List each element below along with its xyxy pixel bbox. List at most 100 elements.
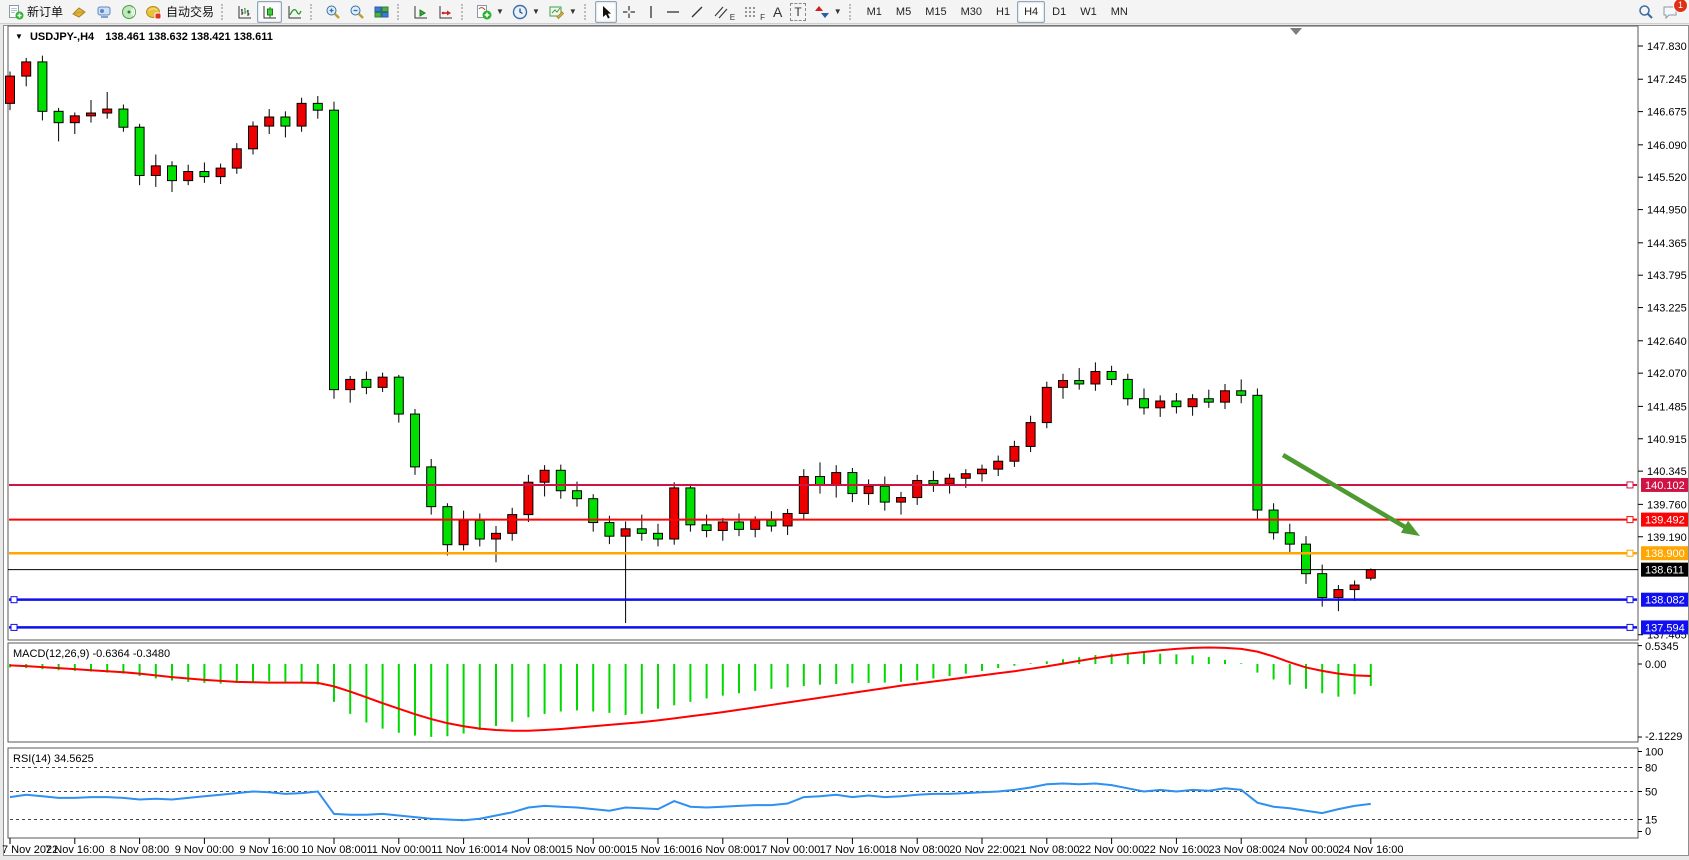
- macd-panel: [8, 643, 1638, 742]
- time-axis-label: 21 Nov 08:00: [1014, 844, 1079, 856]
- candle-body: [87, 113, 96, 116]
- candle-body: [1042, 387, 1051, 422]
- time-axis-label: 17 Nov 00:00: [755, 844, 820, 856]
- candle-body: [281, 117, 290, 126]
- candle-body: [135, 127, 144, 175]
- mt4-application-window: 新订单: [0, 0, 1689, 860]
- candle-body: [232, 149, 241, 168]
- candle-body: [540, 470, 549, 482]
- candle-body: [38, 62, 47, 111]
- candle-body: [184, 172, 193, 181]
- candle-body: [1269, 510, 1278, 533]
- candle-body: [508, 515, 517, 534]
- time-axis-label: 22 Nov 16:00: [1144, 844, 1209, 856]
- candle-body: [6, 76, 15, 103]
- chart-ohlc-values: 138.461 138.632 138.421 138.611: [105, 31, 273, 43]
- candle-body: [718, 522, 727, 531]
- time-axis-label: 15 Nov 00:00: [560, 844, 625, 856]
- time-axis-label: 22 Nov 00:00: [1079, 844, 1144, 856]
- candle-body: [832, 473, 841, 485]
- candle-body: [216, 168, 225, 177]
- rsi-panel: [8, 748, 1638, 838]
- candle-body: [654, 533, 663, 539]
- time-axis-label: 8 Nov 08:00: [110, 844, 169, 856]
- time-axis-label: 24 Nov 16:00: [1338, 844, 1403, 856]
- candle-body: [1204, 399, 1213, 402]
- line-handle: [11, 624, 17, 630]
- price-axis-label: 141.485: [1647, 401, 1687, 413]
- line-handle: [1627, 517, 1633, 523]
- candle-body: [897, 498, 906, 503]
- main-price-panel: [8, 26, 1638, 640]
- price-chart-canvas[interactable]: 147.830147.245146.675146.090145.520144.9…: [0, 0, 1689, 860]
- rsi-axis-label: 100: [1645, 747, 1663, 759]
- candle-body: [751, 520, 760, 529]
- candle-body: [378, 377, 387, 387]
- candle-body: [961, 474, 970, 479]
- time-axis-label: 20 Nov 22:00: [949, 844, 1014, 856]
- time-axis-label: 23 Nov 08:00: [1208, 844, 1273, 856]
- price-tag-label: 138.611: [1645, 565, 1684, 577]
- candle-body: [475, 520, 484, 539]
- candle-body: [913, 481, 922, 498]
- candle-body: [362, 379, 371, 387]
- candle-body: [799, 477, 808, 514]
- price-tag-label: 140.102: [1645, 480, 1685, 492]
- candle-body: [1075, 381, 1084, 384]
- candle-body: [265, 117, 274, 126]
- line-handle: [11, 597, 17, 603]
- time-axis-label: 14 Nov 08:00: [496, 844, 561, 856]
- rsi-axis-label: 0: [1645, 826, 1651, 838]
- price-axis-label: 147.830: [1647, 41, 1687, 53]
- time-axis-label: 17 Nov 16:00: [820, 844, 885, 856]
- price-axis-label: 139.190: [1647, 532, 1687, 544]
- line-handle: [1627, 550, 1633, 556]
- candle-body: [880, 486, 889, 502]
- candle-body: [1366, 570, 1375, 579]
- price-axis-label: 146.090: [1647, 140, 1687, 152]
- candle-body: [945, 478, 954, 484]
- candle-body: [459, 520, 468, 544]
- price-axis-label: 143.225: [1647, 303, 1687, 315]
- chart-menu-triangle-icon[interactable]: ▼: [15, 32, 23, 41]
- candle-body: [1221, 391, 1230, 402]
- price-axis-label: 147.245: [1647, 74, 1687, 86]
- price-axis-label: 142.640: [1647, 336, 1687, 348]
- candle-body: [313, 103, 322, 110]
- candle-body: [1091, 371, 1100, 383]
- candle-body: [848, 473, 857, 494]
- candle-body: [556, 470, 565, 490]
- candle-body: [1237, 391, 1246, 396]
- line-handle: [1627, 597, 1633, 603]
- candle-body: [168, 166, 177, 181]
- candle-body: [443, 507, 452, 545]
- time-axis-label: 11 Nov 00:00: [366, 844, 431, 856]
- candle-body: [346, 379, 355, 389]
- candle-body: [978, 469, 987, 474]
- candle-body: [22, 62, 31, 76]
- chart-symbol-period: USDJPY-,H4: [30, 31, 94, 43]
- candle-body: [1253, 395, 1262, 510]
- candle-body: [70, 116, 79, 123]
- candle-body: [637, 529, 646, 534]
- price-axis-label: 142.070: [1647, 368, 1687, 380]
- rsi-axis-label: 50: [1645, 787, 1657, 799]
- rsi-axis-label: 15: [1645, 815, 1657, 827]
- price-axis-label: 140.345: [1647, 466, 1687, 478]
- time-axis-label: 11 Nov 16:00: [431, 844, 496, 856]
- candle-body: [330, 110, 339, 389]
- time-axis-label: 18 Nov 08:00: [884, 844, 949, 856]
- candle-body: [492, 533, 501, 539]
- candle-body: [1334, 590, 1343, 598]
- rsi-axis-label: 80: [1645, 763, 1657, 775]
- candle-body: [297, 103, 306, 126]
- time-axis-label: 24 Nov 00:00: [1273, 844, 1338, 856]
- macd-axis-label: 0.5345: [1645, 641, 1679, 653]
- candle-body: [1140, 399, 1149, 408]
- time-axis-label: 7 Nov 16:00: [45, 844, 104, 856]
- candle-body: [1010, 446, 1019, 461]
- candle-body: [621, 529, 630, 536]
- candle-body: [1123, 379, 1132, 398]
- price-tag-label: 138.082: [1645, 595, 1685, 607]
- chart-title: ▼ USDJPY-,H4 138.461 138.632 138.421 138…: [15, 31, 273, 43]
